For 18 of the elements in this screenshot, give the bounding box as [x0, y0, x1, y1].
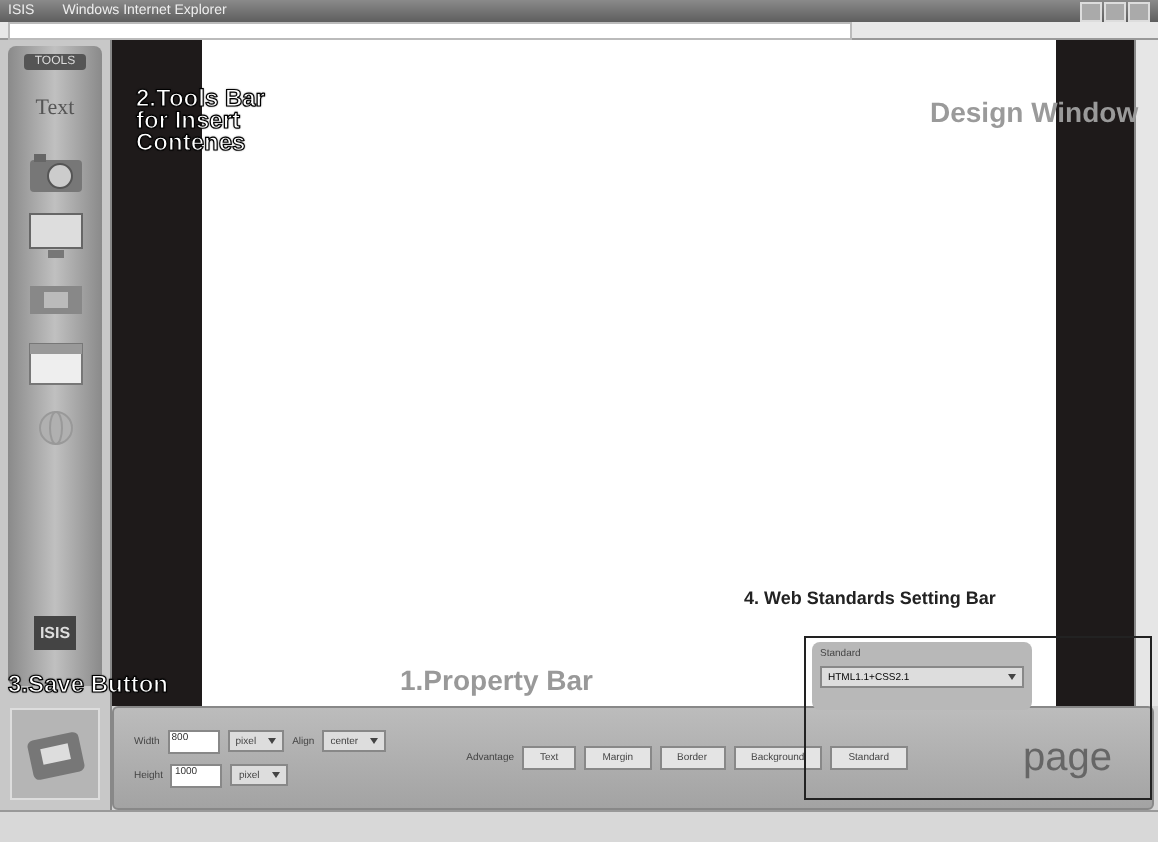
caret-icon: [268, 738, 277, 744]
address-field[interactable]: [8, 22, 852, 40]
caret-icon: [271, 772, 280, 778]
caret-icon: [370, 738, 379, 744]
text-tool[interactable]: Text: [21, 82, 89, 134]
panel-icon[interactable]: [27, 342, 83, 386]
save-button[interactable]: [10, 708, 100, 800]
standards-bar-annotation: 4. Web Standards Setting Bar: [744, 588, 996, 608]
monitor-icon[interactable]: [27, 212, 83, 260]
close-button[interactable]: [1128, 1, 1150, 21]
page-label: page: [1023, 735, 1112, 781]
caret-icon: [1008, 674, 1016, 680]
camera-icon[interactable]: [27, 150, 83, 194]
logo: ISIS: [33, 616, 77, 650]
property-bar-annotation: 1.Property Bar: [400, 664, 593, 696]
globe-icon[interactable]: [35, 408, 75, 448]
maximize-button[interactable]: [1104, 1, 1126, 21]
minimize-button[interactable]: [1080, 1, 1102, 21]
